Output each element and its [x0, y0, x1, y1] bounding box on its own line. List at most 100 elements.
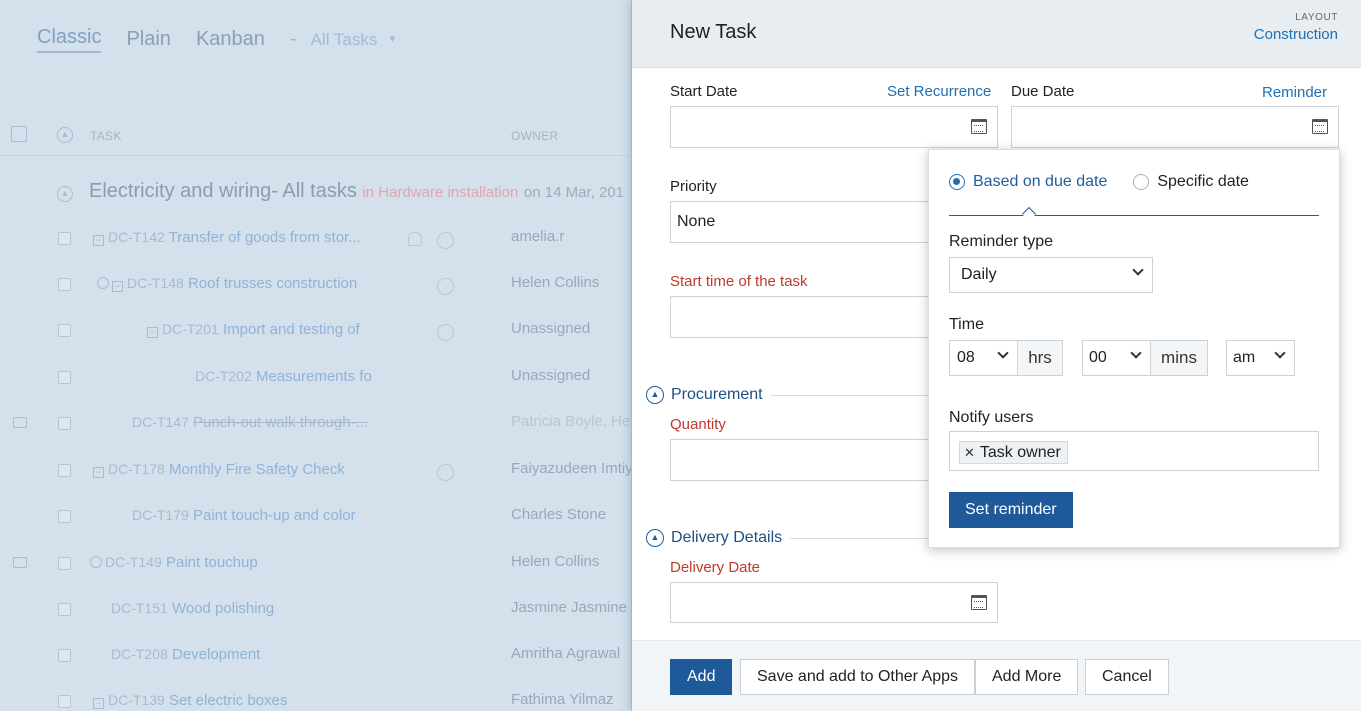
panel-title: New Task: [670, 21, 757, 43]
task-name[interactable]: Measurements fo: [256, 368, 372, 385]
row-checkbox[interactable]: [58, 603, 71, 616]
task-name[interactable]: Wood polishing: [172, 600, 274, 617]
row-checkbox[interactable]: [58, 695, 71, 708]
task-owner: Charles Stone: [511, 506, 607, 523]
view-tabs: Classic Plain Kanban - All Tasks ▼: [37, 26, 397, 53]
set-reminder-button[interactable]: Set reminder: [949, 492, 1073, 528]
collapse-subtask-icon[interactable]: −: [112, 281, 123, 292]
table-row[interactable]: DC-T147 Punch-out walk through-... Patri…: [0, 411, 631, 441]
task-code: DC-T147: [132, 414, 189, 430]
minutes-value: 00: [1089, 349, 1107, 366]
deadline-icon[interactable]: [437, 232, 454, 249]
task-name[interactable]: Paint touch-up and color: [193, 507, 356, 524]
add-more-button[interactable]: Add More: [975, 659, 1079, 695]
tab-plain[interactable]: Plain: [126, 28, 170, 51]
specific-date-radio[interactable]: [1133, 174, 1150, 190]
collapse-subtask-icon[interactable]: −: [147, 327, 158, 338]
calendar-icon[interactable]: [971, 595, 987, 610]
delivery-date-field[interactable]: [670, 582, 998, 623]
tab-kanban[interactable]: Kanban: [196, 28, 265, 51]
task-column-header[interactable]: TASK: [90, 129, 122, 143]
task-name[interactable]: Development: [172, 646, 260, 663]
reminder-type-select[interactable]: Daily: [949, 257, 1153, 293]
due-date-field[interactable]: [1011, 106, 1339, 148]
group-name[interactable]: Electricity and wiring- All tasks: [89, 180, 357, 202]
table-row[interactable]: − DC-T148 Roof trusses construction Helen…: [0, 272, 631, 302]
minutes-select[interactable]: 00: [1082, 340, 1151, 376]
based-on-due-date-radio[interactable]: [949, 174, 965, 190]
tab-underline: [949, 215, 1319, 216]
table-row[interactable]: DC-T202 Measurements fo Unassigned: [0, 365, 631, 395]
table-row[interactable]: DC-T179 Paint touch-up and color Charles…: [0, 504, 631, 534]
deadline-icon[interactable]: [437, 278, 454, 295]
row-checkbox[interactable]: [58, 464, 71, 477]
row-checkbox[interactable]: [58, 417, 71, 430]
group-collapse-icon[interactable]: ▲: [57, 186, 73, 202]
hours-select[interactable]: 08: [949, 340, 1018, 376]
comment-icon[interactable]: [13, 417, 27, 428]
row-checkbox[interactable]: [58, 557, 71, 570]
procurement-section-header[interactable]: ▲ Procurement: [646, 386, 931, 404]
row-checkbox[interactable]: [58, 278, 71, 291]
group-tasklist-link[interactable]: in Hardware installation: [362, 184, 518, 201]
based-on-due-date-label[interactable]: Based on due date: [973, 173, 1107, 191]
collapse-subtask-icon[interactable]: −: [93, 467, 104, 478]
task-name[interactable]: Punch-out walk through-...: [193, 414, 368, 431]
table-row[interactable]: DC-T149 Paint touchup Helen Collins: [0, 551, 631, 581]
owner-column-header[interactable]: OWNER: [511, 129, 559, 143]
table-settings-icon[interactable]: [11, 126, 27, 142]
remove-chip-icon[interactable]: ✕: [964, 442, 975, 463]
task-cell: − DC-T178 Monthly Fire Safety Check: [93, 461, 345, 478]
task-filter-dropdown[interactable]: All Tasks ▼: [311, 30, 398, 50]
collapse-section-icon[interactable]: ▲: [646, 386, 664, 404]
delivery-section-header[interactable]: ▲ Delivery Details: [646, 529, 951, 547]
task-name[interactable]: Monthly Fire Safety Check: [169, 461, 345, 478]
save-and-add-other-apps-button[interactable]: Save and add to Other Apps: [740, 659, 976, 695]
table-row[interactable]: − DC-T139 Set electric boxes Fathima Yilm…: [0, 689, 631, 711]
cancel-button[interactable]: Cancel: [1085, 659, 1169, 695]
task-owner: Unassigned: [511, 367, 591, 384]
tab-classic[interactable]: Classic: [37, 26, 102, 53]
reminder-bell-icon[interactable]: [408, 232, 422, 246]
collapse-section-icon[interactable]: ▲: [646, 529, 664, 547]
task-code: DC-T201: [162, 321, 219, 337]
row-checkbox[interactable]: [58, 232, 71, 245]
ampm-select[interactable]: am: [1226, 340, 1295, 376]
set-recurrence-link[interactable]: Set Recurrence: [887, 83, 991, 100]
attachment-icon[interactable]: [13, 232, 27, 243]
calendar-icon[interactable]: [1312, 119, 1328, 134]
task-name[interactable]: Set electric boxes: [169, 692, 287, 709]
task-name[interactable]: Transfer of goods from stor...: [169, 229, 361, 246]
comment-icon[interactable]: [13, 557, 27, 568]
collapse-subtask-icon[interactable]: −: [93, 235, 104, 246]
calendar-icon[interactable]: [971, 119, 987, 134]
notify-users-input[interactable]: ✕ Task owner: [949, 431, 1319, 471]
task-name[interactable]: Import and testing of: [223, 321, 360, 338]
add-button[interactable]: Add: [670, 659, 733, 695]
deadline-icon[interactable]: [437, 324, 454, 341]
layout-selector[interactable]: Construction: [1254, 26, 1338, 43]
row-checkbox[interactable]: [58, 510, 71, 523]
specific-date-label[interactable]: Specific date: [1157, 173, 1249, 191]
table-row[interactable]: − DC-T142 Transfer of goods from stor... …: [0, 226, 631, 256]
table-row[interactable]: − DC-T201 Import and testing of Unassigne…: [0, 318, 631, 348]
priority-value: None: [677, 213, 716, 230]
task-code: DC-T149: [105, 554, 162, 570]
collapse-all-icon[interactable]: ▲: [57, 127, 73, 143]
task-name[interactable]: Paint touchup: [166, 554, 258, 571]
collapse-subtask-icon[interactable]: −: [93, 698, 104, 709]
table-row[interactable]: DC-T208 Development Amritha Agrawal: [0, 643, 631, 673]
section-divider: [790, 537, 951, 539]
row-checkbox[interactable]: [58, 371, 71, 384]
chip-label: Task owner: [979, 444, 1061, 461]
table-row[interactable]: DC-T151 Wood polishing Jasmine Jasmine P: [0, 597, 631, 627]
row-checkbox[interactable]: [58, 324, 71, 337]
task-name[interactable]: Roof trusses construction: [188, 275, 357, 292]
delivery-title: Delivery Details: [671, 529, 783, 546]
deadline-icon[interactable]: [437, 464, 454, 481]
reminder-link[interactable]: Reminder: [1262, 84, 1327, 101]
start-date-field[interactable]: [670, 106, 998, 148]
row-checkbox[interactable]: [58, 649, 71, 662]
table-row[interactable]: − DC-T178 Monthly Fire Safety Check Faiya…: [0, 458, 631, 488]
panel-footer: Add Save and add to Other Apps Add More …: [632, 640, 1361, 711]
